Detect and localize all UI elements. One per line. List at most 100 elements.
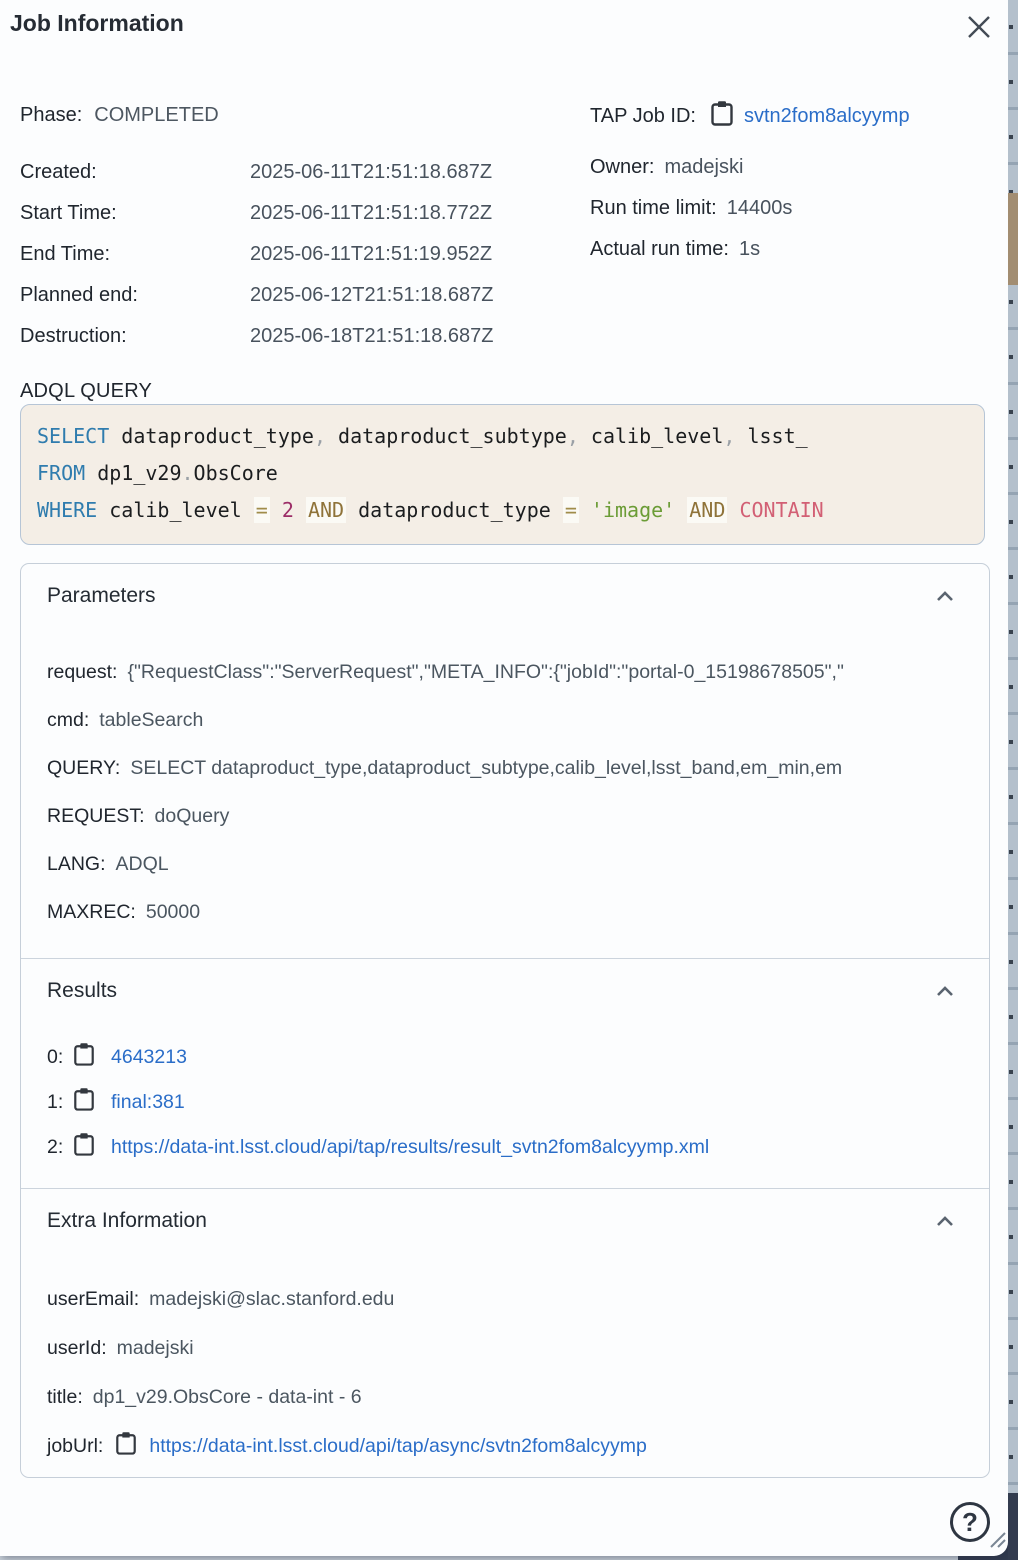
timestamp-label: Created: bbox=[20, 161, 250, 184]
timestamp-row: Destruction: 2025-06-18T21:51:18.687Z bbox=[20, 316, 494, 357]
parameter-label: cmd: bbox=[47, 709, 89, 732]
extra-information-row: title: dp1_v29.ObsCore - data-int - 6 bbox=[47, 1373, 969, 1422]
parameter-value: SELECT dataproduct_type,dataproduct_subt… bbox=[130, 757, 842, 780]
results-title: Results bbox=[47, 979, 117, 1003]
result-row: 1: final:381 bbox=[47, 1080, 969, 1125]
parameter-value: tableSearch bbox=[99, 709, 203, 732]
parameter-value: 50000 bbox=[146, 901, 200, 924]
adql-code-line: WHERE calib_level = 2 AND dataproduct_ty… bbox=[37, 492, 984, 529]
resize-grip-icon bbox=[985, 1526, 1007, 1548]
extra-information-title: Extra Information bbox=[47, 1209, 207, 1233]
parameter-label: QUERY: bbox=[47, 757, 120, 780]
parameter-row: cmd: tableSearch bbox=[47, 696, 969, 744]
parameter-label: MAXREC: bbox=[47, 901, 136, 924]
extra-information-label: userEmail: bbox=[47, 1288, 139, 1311]
results-header: Results bbox=[21, 959, 989, 1003]
result-index: 1: bbox=[47, 1091, 73, 1114]
clipboard-copy-icon[interactable] bbox=[73, 1087, 95, 1118]
extra-information-row: userId: madejski bbox=[47, 1324, 969, 1373]
owner-info-value: 1s bbox=[739, 238, 760, 261]
app-strip-dark-footer bbox=[1008, 1493, 1018, 1560]
clipboard-copy-icon[interactable] bbox=[73, 1132, 95, 1163]
help-button[interactable]: ? bbox=[950, 1502, 990, 1542]
adql-query-code-block[interactable]: SELECT dataproduct_type, dataproduct_sub… bbox=[20, 404, 985, 545]
extra-information-label: userId: bbox=[47, 1337, 107, 1360]
parameter-row: LANG: ADQL bbox=[47, 840, 969, 888]
result-link[interactable]: 4643213 bbox=[111, 1046, 187, 1069]
timestamp-label: Start Time: bbox=[20, 202, 250, 225]
timestamp-row: Created: 2025-06-11T21:51:18.687Z bbox=[20, 152, 494, 193]
result-index: 0: bbox=[47, 1046, 73, 1069]
timestamp-row: Planned end: 2025-06-12T21:51:18.687Z bbox=[20, 275, 494, 316]
parameter-row: REQUEST: doQuery bbox=[47, 792, 969, 840]
adql-code-line: FROM dp1_v29.ObsCore bbox=[37, 455, 984, 492]
owner-info-label: Actual run time: bbox=[590, 238, 729, 261]
timestamps-list: Created: 2025-06-11T21:51:18.687Z Start … bbox=[20, 152, 494, 357]
phase-row: Phase: COMPLETED bbox=[20, 104, 219, 127]
timestamp-label: End Time: bbox=[20, 243, 250, 266]
app-strip-highlight-row bbox=[1008, 193, 1018, 285]
resize-grip[interactable] bbox=[985, 1526, 1007, 1553]
parameter-value: ADQL bbox=[116, 853, 169, 876]
owner-info-row: Actual run time: 1s bbox=[590, 229, 792, 270]
parameter-row: request: {"RequestClass":"ServerRequest"… bbox=[47, 648, 969, 696]
chevron-up-icon bbox=[935, 1214, 955, 1228]
owner-info-row: Owner: madejski bbox=[590, 147, 792, 188]
close-icon bbox=[965, 13, 993, 41]
adql-query-label: ADQL QUERY bbox=[20, 380, 152, 403]
extra-information-value: dp1_v29.ObsCore - data-int - 6 bbox=[93, 1386, 362, 1409]
job-information-dialog: Job Information Phase: COMPLETED TAP Job … bbox=[0, 0, 1008, 1556]
timestamp-label: Destruction: bbox=[20, 325, 250, 348]
extra-information-value: madejski@slac.stanford.edu bbox=[149, 1288, 394, 1311]
parameters-header: Parameters bbox=[21, 564, 989, 608]
owner-info-list: Owner: madejski Run time limit: 14400s A… bbox=[590, 147, 792, 270]
dialog-title: Job Information bbox=[10, 10, 184, 37]
collapse-extra-information-button[interactable] bbox=[935, 1214, 955, 1228]
results-list: 0: 4643213 1: bbox=[21, 1035, 989, 1188]
clipboard-copy-icon[interactable] bbox=[115, 1431, 137, 1462]
joburl-link[interactable]: https://data-int.lsst.cloud/api/tap/asyn… bbox=[149, 1435, 647, 1458]
result-row: 0: 4643213 bbox=[47, 1035, 969, 1080]
result-link[interactable]: https://data-int.lsst.cloud/api/tap/resu… bbox=[111, 1136, 709, 1159]
tap-job-id-link[interactable]: svtn2fom8alcyymp bbox=[744, 105, 910, 128]
collapse-parameters-button[interactable] bbox=[935, 589, 955, 603]
parameter-value: {"RequestClass":"ServerRequest","META_IN… bbox=[127, 661, 843, 684]
extra-information-header: Extra Information bbox=[21, 1189, 989, 1233]
owner-info-label: Run time limit: bbox=[590, 197, 717, 220]
chevron-up-icon bbox=[935, 984, 955, 998]
joburl-row: jobUrl: https://data-int.lsst.cloud/api/… bbox=[21, 1422, 989, 1471]
parameter-row: MAXREC: 50000 bbox=[47, 888, 969, 936]
clipboard-copy-icon[interactable] bbox=[710, 100, 734, 133]
collapse-results-button[interactable] bbox=[935, 984, 955, 998]
extra-information-list: userEmail: madejski@slac.stanford.edu us… bbox=[21, 1275, 989, 1422]
owner-info-row: Run time limit: 14400s bbox=[590, 188, 792, 229]
parameter-row: QUERY: SELECT dataproduct_type,dataprodu… bbox=[47, 744, 969, 792]
timestamp-value: 2025-06-11T21:51:19.952Z bbox=[250, 243, 492, 266]
timestamp-label: Planned end: bbox=[20, 284, 250, 307]
parameter-label: LANG: bbox=[47, 853, 106, 876]
parameters-title: Parameters bbox=[47, 584, 156, 608]
result-index: 2: bbox=[47, 1136, 73, 1159]
phase-value: COMPLETED bbox=[94, 104, 218, 126]
timestamp-value: 2025-06-11T21:51:18.772Z bbox=[250, 202, 492, 225]
owner-info-label: Owner: bbox=[590, 156, 654, 179]
joburl-label: jobUrl: bbox=[47, 1435, 103, 1458]
extra-information-value: madejski bbox=[117, 1337, 194, 1360]
app-background-strip bbox=[1008, 0, 1018, 1560]
results-section: Results 0: bbox=[21, 959, 989, 1188]
result-link[interactable]: final:381 bbox=[111, 1091, 185, 1114]
clipboard-copy-icon[interactable] bbox=[73, 1042, 95, 1073]
parameter-value: doQuery bbox=[155, 805, 230, 828]
owner-info-value: 14400s bbox=[727, 197, 793, 220]
parameter-label: request: bbox=[47, 661, 117, 684]
parameters-list: request: {"RequestClass":"ServerRequest"… bbox=[21, 648, 989, 958]
parameters-section: Parameters request: {"RequestClass":"Ser… bbox=[21, 564, 989, 958]
timestamp-row: End Time: 2025-06-11T21:51:19.952Z bbox=[20, 234, 494, 275]
extra-information-section: Extra Information userEmail: madejski@sl… bbox=[21, 1189, 989, 1471]
chevron-up-icon bbox=[935, 589, 955, 603]
timestamp-value: 2025-06-12T21:51:18.687Z bbox=[250, 284, 494, 307]
phase-label: Phase: bbox=[20, 104, 82, 126]
close-button[interactable] bbox=[964, 12, 994, 42]
extra-information-row: userEmail: madejski@slac.stanford.edu bbox=[47, 1275, 969, 1324]
tap-job-id-row: TAP Job ID: svtn2fom8alcyymp bbox=[590, 100, 910, 133]
